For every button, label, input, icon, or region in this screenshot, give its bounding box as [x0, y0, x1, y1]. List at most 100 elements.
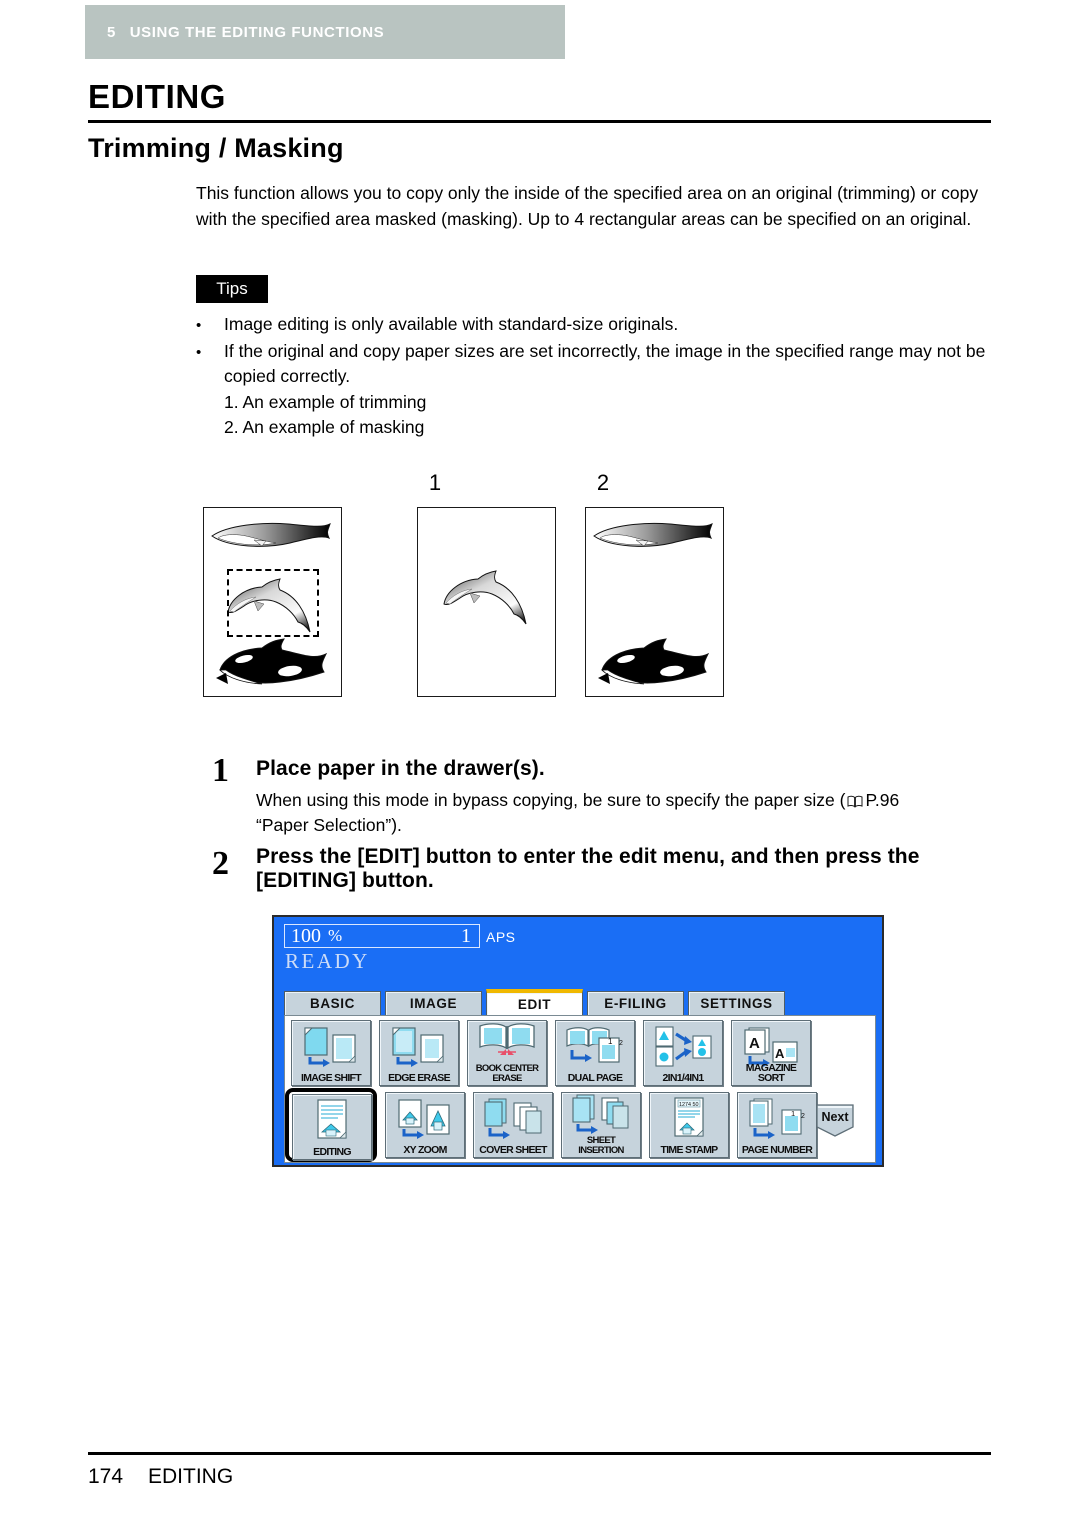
footer-page-number: 174 — [88, 1465, 124, 1488]
button-cover-sheet[interactable]: COVER SHEET — [473, 1092, 553, 1158]
time-stamp-icon: 1274 50 — [650, 1096, 728, 1142]
trimming-selection-box — [227, 569, 319, 637]
footer-divider — [88, 1452, 991, 1455]
footer-section-name: EDITING — [148, 1465, 234, 1488]
button-label: PAGE NUMBER — [741, 1144, 813, 1156]
chapter-title: USING THE EDITING FUNCTIONS — [129, 23, 385, 41]
masking-result-art — [593, 522, 713, 685]
zoom-ratio-value: 100 — [291, 924, 321, 947]
trimming-masking-illustration: 1 2 — [0, 460, 1080, 1073]
tip-text: If the original and copy paper sizes are… — [224, 341, 986, 386]
illustration-label-2: 2 — [596, 470, 610, 495]
button-label: SHEET INSERTION — [578, 1136, 624, 1156]
step-1-body-before: When using this mode in bypass copying, … — [256, 790, 846, 810]
step-1-number: 1 — [212, 752, 229, 789]
svg-text:A: A — [775, 1046, 785, 1061]
book-center-erase-icon — [468, 1022, 546, 1056]
section-title: Trimming / Masking — [88, 133, 344, 163]
cover-sheet-icon — [474, 1096, 552, 1142]
tab-image[interactable]: IMAGE — [385, 991, 482, 1015]
button-label-line2: INSERTION — [578, 1144, 624, 1156]
svg-text:A: A — [749, 1035, 760, 1052]
paper-mode-label: APS — [486, 929, 516, 945]
step-1-body-after: “Paper Selection”). — [256, 815, 402, 835]
trimming-result-box — [417, 507, 556, 697]
percent-symbol: % — [328, 926, 343, 945]
button-label: EDGE ERASE — [388, 1072, 451, 1084]
button-magazine-sort[interactable]: A A MAGAZINE SORT — [731, 1020, 811, 1086]
status-message: READY — [285, 949, 370, 973]
time-stamp-value: 1274 50 — [679, 1102, 699, 1108]
step-1-heading: Place paper in the drawer(s). — [256, 757, 545, 780]
step-2-number: 2 — [212, 845, 229, 882]
tips-list: • Image editing is only available with s… — [196, 312, 996, 440]
step-1-body: When using this mode in bypass copying, … — [256, 788, 996, 838]
sheet-insertion-icon — [562, 1094, 640, 1134]
page-title: EDITING — [88, 78, 227, 115]
original-document-box — [203, 507, 342, 697]
button-label: IMAGE SHIFT — [301, 1072, 362, 1084]
tab-settings[interactable]: SETTINGS — [688, 991, 785, 1015]
button-label: BOOK CENTER ERASE — [476, 1064, 539, 1083]
tip-subitem: 1. An example of trimming — [224, 392, 427, 412]
button-xy-zoom[interactable]: XY ZOOM — [385, 1092, 465, 1158]
step-1-reference: P.96 — [865, 790, 900, 810]
2in1-4in1-icon — [644, 1024, 722, 1070]
page-number-icon: 1 2 — [738, 1096, 816, 1142]
button-dual-page[interactable]: 1 2 DUAL PAGE — [555, 1020, 635, 1086]
chapter-number: 5 — [107, 23, 116, 41]
next-button-label: Next — [821, 1110, 849, 1124]
button-label: XY ZOOM — [403, 1144, 447, 1156]
intro-paragraph: This function allows you to copy only th… — [196, 183, 979, 229]
button-label-line2: ERASE — [492, 1072, 522, 1084]
button-edge-erase[interactable]: EDGE ERASE — [379, 1020, 459, 1086]
list-item: • If the original and copy paper sizes a… — [196, 339, 996, 389]
button-sheet-insertion[interactable]: SHEET INSERTION — [561, 1092, 641, 1158]
masking-result-box — [585, 507, 724, 697]
svg-text:1: 1 — [791, 1109, 795, 1118]
function-row-1: IMAGE SHIFT EDGE ERASE BOOK CENTER ERASE… — [291, 1020, 811, 1086]
tab-edit[interactable]: EDIT — [486, 989, 583, 1015]
illustration-label-1: 1 — [428, 470, 442, 495]
tips-badge: Tips — [196, 275, 268, 303]
tab-e-filing[interactable]: E-FILING — [587, 991, 684, 1015]
button-label: MAGAZINE SORT — [745, 1062, 797, 1084]
svg-text:2: 2 — [619, 1040, 623, 1047]
editing-button-selection-ring: EDITING — [285, 1088, 377, 1162]
button-label: DUAL PAGE — [567, 1072, 623, 1084]
edge-erase-icon — [380, 1024, 458, 1070]
button-editing[interactable]: EDITING — [292, 1094, 372, 1160]
list-item: • Image editing is only available with s… — [196, 312, 996, 338]
trimming-result-art — [443, 570, 527, 625]
button-book-center-erase[interactable]: BOOK CENTER ERASE — [467, 1020, 547, 1086]
bullet-icon: • — [196, 317, 202, 334]
button-image-shift[interactable]: IMAGE SHIFT — [291, 1020, 371, 1086]
dual-page-icon: 1 2 — [556, 1024, 634, 1070]
button-label: 2IN1/4IN1 — [662, 1072, 705, 1084]
lcd-status-bar: 100 % 1 APS READY — [274, 917, 882, 989]
edit-function-grid: IMAGE SHIFT EDGE ERASE BOOK CENTER ERASE… — [284, 1015, 876, 1163]
book-reference-icon — [847, 795, 863, 808]
tip-text: Image editing is only available with sta… — [224, 314, 679, 334]
title-divider — [88, 120, 991, 123]
lcd-tab-bar: BASIC IMAGE EDIT E-FILING SETTINGS — [284, 989, 785, 1015]
button-page-number[interactable]: 1 2 PAGE NUMBER — [737, 1092, 817, 1158]
button-2in1-4in1[interactable]: 2IN1/4IN1 — [643, 1020, 723, 1086]
copy-count-value: 1 — [461, 924, 471, 947]
editing-icon — [293, 1098, 371, 1144]
svg-text:1: 1 — [608, 1037, 613, 1046]
tip-subitem: 2. An example of masking — [224, 417, 425, 437]
step-2-heading: Press the [EDIT] button to enter the edi… — [256, 845, 996, 893]
copier-touch-panel: 100 % 1 APS READY BASIC IMAGE EDIT E-FIL… — [272, 915, 884, 1167]
tab-basic[interactable]: BASIC — [284, 991, 381, 1015]
zoom-ratio-field[interactable]: 100 % 1 — [284, 924, 480, 948]
button-time-stamp[interactable]: 1274 50 TIME STAMP — [649, 1092, 729, 1158]
xy-zoom-icon — [386, 1096, 464, 1142]
next-button[interactable]: Next — [815, 1104, 855, 1138]
button-label: TIME STAMP — [660, 1144, 719, 1156]
step-2-heading-line2: [EDITING] button. — [256, 869, 434, 892]
image-shift-icon — [292, 1024, 370, 1070]
button-label: EDITING — [313, 1146, 351, 1158]
function-row-2: XY ZOOM COVER SHEET SHEET INSERTION 1274… — [385, 1092, 817, 1158]
chapter-header-bar: 5 USING THE EDITING FUNCTIONS — [85, 5, 565, 59]
